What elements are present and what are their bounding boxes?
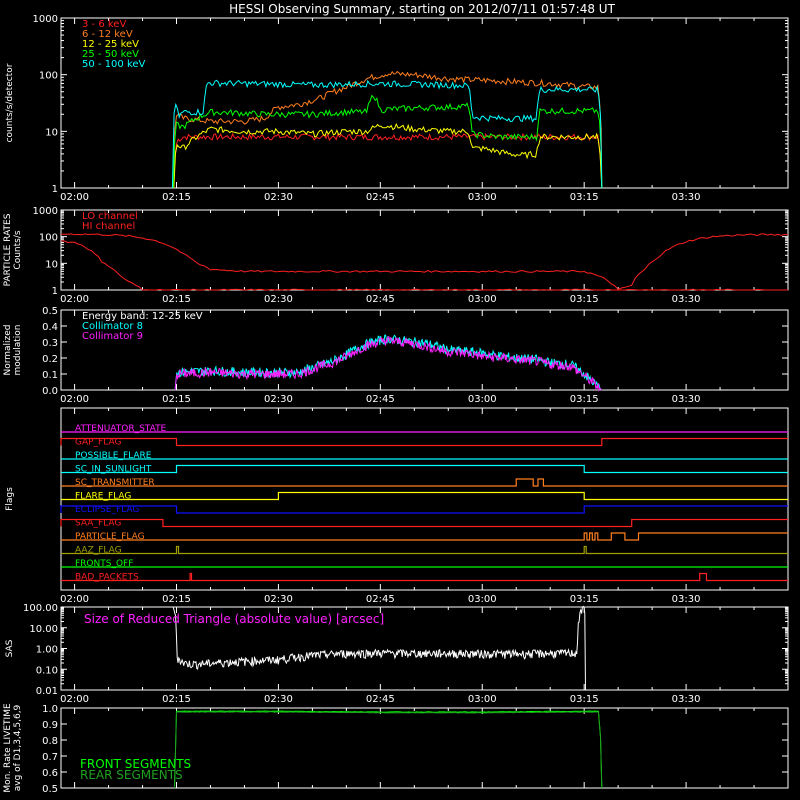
y-tick-label: 1 bbox=[52, 184, 58, 195]
panel-annotation: Size of Reduced Triangle (absolute value… bbox=[84, 612, 384, 626]
y-tick-label: 100 bbox=[39, 233, 58, 244]
y-axis-label: modulation bbox=[13, 325, 23, 376]
x-tick-label: 02:00 bbox=[60, 594, 89, 605]
x-tick-label: 02:30 bbox=[264, 394, 293, 405]
y-tick-label: 0.2 bbox=[42, 354, 58, 365]
x-tick-label: 02:15 bbox=[162, 594, 191, 605]
x-tick-label: 02:45 bbox=[366, 594, 395, 605]
y-tick-label: 1000 bbox=[33, 14, 58, 25]
x-tick-label: 02:30 bbox=[264, 294, 293, 305]
x-tick-label: 03:15 bbox=[570, 594, 599, 605]
x-tick-label: 02:45 bbox=[366, 192, 395, 203]
figure-title: HESSI Observing Summary, starting on 201… bbox=[229, 2, 615, 16]
x-tick-label: 03:00 bbox=[468, 394, 497, 405]
x-tick-label: 02:30 bbox=[264, 192, 293, 203]
y-axis-label: Normalized bbox=[3, 324, 13, 375]
y-tick-label: 0.5 bbox=[42, 784, 58, 795]
y-axis-label: Flags bbox=[5, 487, 15, 511]
y-axis-label: SAS bbox=[5, 639, 15, 657]
y-tick-label: 0.01 bbox=[36, 686, 58, 697]
y-tick-label: 100.00 bbox=[23, 603, 58, 614]
x-tick-label: 02:30 bbox=[264, 694, 293, 705]
x-tick-label: 02:45 bbox=[366, 694, 395, 705]
x-tick-label: 02:30 bbox=[264, 594, 293, 605]
x-tick-label: 03:00 bbox=[468, 294, 497, 305]
y-axis-label: PARTICLE RATES bbox=[3, 213, 13, 286]
y-tick-label: 0.3 bbox=[42, 338, 58, 349]
y-tick-label: 1.00 bbox=[36, 645, 58, 656]
x-tick-label: 02:15 bbox=[162, 394, 191, 405]
y-axis-label: Mon. Rate LIVETIME bbox=[3, 703, 13, 793]
y-tick-label: 10.00 bbox=[29, 624, 58, 635]
y-tick-label: 0.4 bbox=[42, 322, 58, 333]
x-tick-label: 03:30 bbox=[672, 394, 701, 405]
x-tick-label: 03:15 bbox=[570, 394, 599, 405]
y-tick-label: 0.7 bbox=[42, 752, 58, 763]
x-tick-label: 03:30 bbox=[672, 192, 701, 203]
x-tick-label: 02:45 bbox=[366, 394, 395, 405]
y-tick-label: 0.10 bbox=[36, 665, 58, 676]
x-tick-label: 03:30 bbox=[672, 694, 701, 705]
y-axis-label: avg of D1,3,4,5,6,9 bbox=[13, 704, 23, 791]
y-tick-label: 1 bbox=[52, 286, 58, 297]
legend-entry: REAR SEGMENTS bbox=[80, 768, 183, 782]
x-tick-label: 03:15 bbox=[570, 192, 599, 203]
y-tick-label: 0.6 bbox=[42, 768, 58, 779]
y-tick-label: 0.0 bbox=[42, 386, 58, 397]
x-tick-label: 03:15 bbox=[570, 694, 599, 705]
y-tick-label: 1.0 bbox=[42, 704, 58, 715]
x-tick-label: 02:00 bbox=[60, 294, 89, 305]
y-axis-label: Counts/s bbox=[13, 230, 23, 269]
x-tick-label: 03:30 bbox=[672, 594, 701, 605]
y-tick-label: 0.5 bbox=[42, 306, 58, 317]
x-tick-label: 02:45 bbox=[366, 294, 395, 305]
x-tick-label: 02:00 bbox=[60, 394, 89, 405]
x-tick-label: 02:15 bbox=[162, 192, 191, 203]
y-tick-label: 0.1 bbox=[42, 370, 58, 381]
legend-header: Energy band: 12-25 keV bbox=[82, 311, 203, 322]
x-tick-label: 03:15 bbox=[570, 294, 599, 305]
y-tick-label: 10 bbox=[45, 259, 58, 270]
legend-entry: HI channel bbox=[82, 221, 135, 232]
x-tick-label: 03:30 bbox=[672, 294, 701, 305]
legend-entry: Collimator 9 bbox=[82, 331, 143, 342]
x-tick-label: 02:00 bbox=[60, 192, 89, 203]
y-tick-label: 0.8 bbox=[42, 736, 58, 747]
x-tick-label: 02:15 bbox=[162, 694, 191, 705]
x-tick-label: 03:00 bbox=[468, 594, 497, 605]
x-tick-label: 02:00 bbox=[60, 694, 89, 705]
y-tick-label: 0.9 bbox=[42, 720, 58, 731]
y-axis-label: counts/s/detector bbox=[5, 63, 15, 142]
legend-entry: 50 - 100 keV bbox=[82, 59, 146, 70]
y-tick-label: 1000 bbox=[33, 206, 58, 217]
y-tick-label: 100 bbox=[39, 71, 58, 82]
x-tick-label: 03:00 bbox=[468, 694, 497, 705]
y-tick-label: 10 bbox=[45, 127, 58, 138]
x-tick-label: 03:00 bbox=[468, 192, 497, 203]
x-tick-label: 02:15 bbox=[162, 294, 191, 305]
hessi-summary-figure: HESSI Observing Summary, starting on 201… bbox=[0, 0, 800, 800]
